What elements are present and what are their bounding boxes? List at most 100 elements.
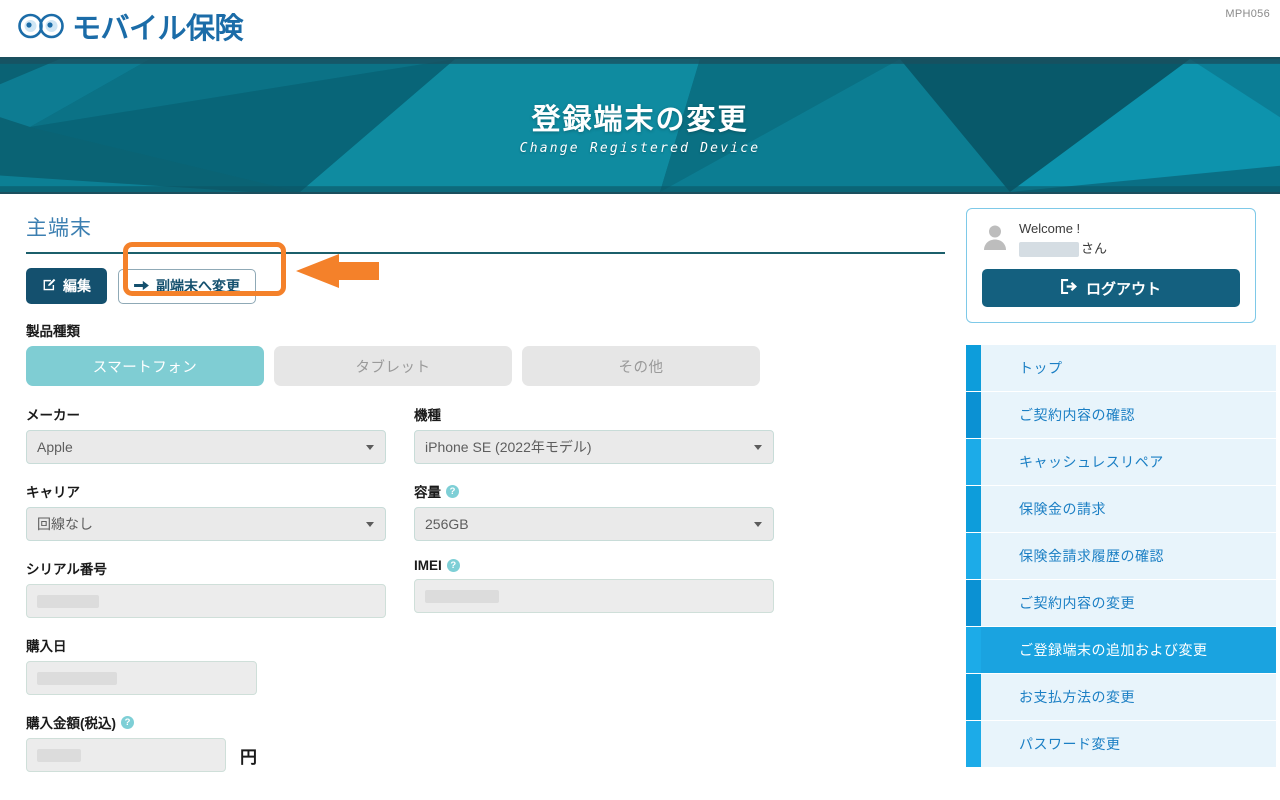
product-type-label-text: 製品種類 xyxy=(26,324,80,339)
sidebar-accent-bar xyxy=(966,721,981,767)
maker-select[interactable]: Apple xyxy=(26,430,386,464)
welcome-username-row: さん xyxy=(1019,238,1107,257)
edit-button-label: 編集 xyxy=(63,278,91,294)
carrier-select[interactable]: 回線なし xyxy=(26,507,386,541)
product-type-tab-tablet[interactable]: タブレット xyxy=(274,346,512,386)
field-purchase-date: 購入日 xyxy=(26,635,257,695)
model-label-text: 機種 xyxy=(414,408,441,423)
field-capacity: 容量 ? 256GB xyxy=(414,481,774,541)
form-row-purchase-amount: 購入金額(税込) ? 円 xyxy=(26,712,962,772)
sidebar-item-device-add-change[interactable]: ご登録端末の追加および変更 xyxy=(966,627,1276,674)
product-type-tab-smartphone-label: スマートフォン xyxy=(92,359,198,376)
purchase-amount-label-text: 購入金額(税込) xyxy=(26,716,116,731)
sidebar-item-device-add-change-label: ご登録端末の追加および変更 xyxy=(981,627,1276,673)
sidebar-item-contract-check[interactable]: ご契約内容の確認 xyxy=(966,392,1276,439)
product-type-tab-smartphone[interactable]: スマートフォン xyxy=(26,346,264,386)
purchase-date-input[interactable] xyxy=(26,661,257,695)
sidebar-item-claim-history[interactable]: 保険金請求履歴の確認 xyxy=(966,533,1276,580)
page-body: 主端末 編集 副端末へ変更 製品種類 スマートフォン タブレット その他 メーカ… xyxy=(0,194,1280,789)
purchase-amount-input[interactable] xyxy=(26,738,226,772)
user-avatar-icon xyxy=(982,223,1008,256)
field-purchase-amount: 購入金額(税込) ? 円 xyxy=(26,712,257,772)
purchase-amount-help-icon[interactable]: ? xyxy=(121,715,134,729)
sidebar-item-contract-change[interactable]: ご契約内容の変更 xyxy=(966,580,1276,627)
sidebar-item-password-change-label: パスワード変更 xyxy=(981,721,1276,767)
banner-text-block: 登録端末の変更 Change Registered Device xyxy=(0,59,1280,192)
capacity-value: 256GB xyxy=(425,516,469,532)
field-model: 機種 iPhone SE (2022年モデル) xyxy=(414,404,774,464)
purchase-amount-label: 購入金額(税込) ? xyxy=(26,712,257,732)
imei-label-text: IMEI xyxy=(414,558,442,573)
maker-label-text: メーカー xyxy=(26,408,80,423)
sidebar-item-claim[interactable]: 保険金の請求 xyxy=(966,486,1276,533)
form-row-serial-imei: シリアル番号 IMEI ? xyxy=(26,558,962,618)
sidebar-accent-bar xyxy=(966,345,981,391)
welcome-user-row: Welcome ! さん xyxy=(982,221,1240,257)
carrier-label-text: キャリア xyxy=(26,485,80,500)
serial-masked-value xyxy=(37,594,99,608)
imei-input[interactable] xyxy=(414,579,774,613)
site-header: モバイル保険 MPH056 xyxy=(0,0,1280,57)
carrier-label: キャリア xyxy=(26,481,386,501)
imei-help-icon[interactable]: ? xyxy=(446,559,460,572)
sidebar-accent-bar xyxy=(966,580,981,626)
main-content: 主端末 編集 副端末へ変更 製品種類 スマートフォン タブレット その他 メーカ… xyxy=(0,194,962,789)
section-divider xyxy=(26,252,945,254)
purchase-date-label-text: 購入日 xyxy=(26,639,67,654)
page-banner: 登録端末の変更 Change Registered Device xyxy=(0,57,1280,194)
serial-input[interactable] xyxy=(26,584,386,618)
sidebar-nav: トップ ご契約内容の確認 キャッシュレスリペア 保険金の請求 保険金請求履歴の確… xyxy=(966,345,1276,768)
product-type-tabs: スマートフォン タブレット その他 xyxy=(26,346,962,386)
switch-to-sub-device-button[interactable]: 副端末へ変更 xyxy=(118,268,256,304)
purchase-date-masked-value xyxy=(37,671,117,685)
purchase-amount-unit: 円 xyxy=(240,747,257,767)
action-button-row: 編集 副端末へ変更 xyxy=(26,242,962,304)
sidebar-item-cashless-repair[interactable]: キャッシュレスリペア xyxy=(966,439,1276,486)
product-type-label: 製品種類 xyxy=(26,320,962,340)
annotation-arrow-icon xyxy=(294,254,379,293)
sidebar-item-top[interactable]: トップ xyxy=(966,345,1276,392)
purchase-amount-masked-value xyxy=(37,748,81,762)
serial-label: シリアル番号 xyxy=(26,558,386,578)
product-type-tab-tablet-label: タブレット xyxy=(355,359,431,376)
brand-name: モバイル保険 xyxy=(72,11,244,45)
field-carrier: キャリア 回線なし xyxy=(26,481,386,541)
switch-button-label: 副端末へ変更 xyxy=(156,278,240,294)
sidebar-accent-bar xyxy=(966,674,981,720)
capacity-help-icon[interactable]: ? xyxy=(446,484,459,498)
sidebar-item-payment-change[interactable]: お支払方法の変更 xyxy=(966,674,1276,721)
page-code: MPH056 xyxy=(1225,8,1270,20)
imei-label: IMEI ? xyxy=(414,558,774,573)
capacity-select[interactable]: 256GB xyxy=(414,507,774,541)
sidebar-item-claim-history-label: 保険金請求履歴の確認 xyxy=(981,533,1276,579)
sidebar-item-cashless-repair-label: キャッシュレスリペア xyxy=(981,439,1276,485)
logout-button[interactable]: ログアウト xyxy=(982,269,1240,307)
capacity-label: 容量 ? xyxy=(414,481,774,501)
page-title: 主端末 xyxy=(26,217,92,240)
imei-masked-value xyxy=(425,589,499,603)
sidebar: Welcome ! さん ログアウト トップ ご契約内容の確認 キャッシュレスリ… xyxy=(962,194,1280,768)
purchase-amount-row: 円 xyxy=(26,738,257,772)
field-serial: シリアル番号 xyxy=(26,558,386,618)
model-value: iPhone SE (2022年モデル) xyxy=(425,439,592,455)
product-type-tab-other-label: その他 xyxy=(618,359,664,376)
welcome-card: Welcome ! さん ログアウト xyxy=(966,208,1256,323)
brand-logo[interactable]: モバイル保険 xyxy=(18,11,244,45)
capacity-label-text: 容量 xyxy=(414,485,441,500)
sidebar-item-contract-check-label: ご契約内容の確認 xyxy=(981,392,1276,438)
edit-button[interactable]: 編集 xyxy=(26,268,107,304)
maker-value: Apple xyxy=(37,439,73,455)
welcome-greeting: Welcome ! xyxy=(1019,221,1081,236)
field-maker: メーカー Apple xyxy=(26,404,386,464)
welcome-username-suffix: さん xyxy=(1081,241,1108,256)
pencil-square-icon xyxy=(42,278,56,294)
form-row-purchase-date: 購入日 xyxy=(26,635,962,695)
product-type-tab-other[interactable]: その他 xyxy=(522,346,760,386)
purchase-date-label: 購入日 xyxy=(26,635,257,655)
sidebar-item-password-change[interactable]: パスワード変更 xyxy=(966,721,1276,768)
model-select[interactable]: iPhone SE (2022年モデル) xyxy=(414,430,774,464)
sidebar-accent-bar xyxy=(966,533,981,579)
welcome-username-masked xyxy=(1019,242,1079,257)
device-form: メーカー Apple 機種 iPhone SE (2022年モデル) キャリア … xyxy=(26,404,962,772)
form-row-carrier-capacity: キャリア 回線なし 容量 ? 256GB xyxy=(26,481,962,541)
